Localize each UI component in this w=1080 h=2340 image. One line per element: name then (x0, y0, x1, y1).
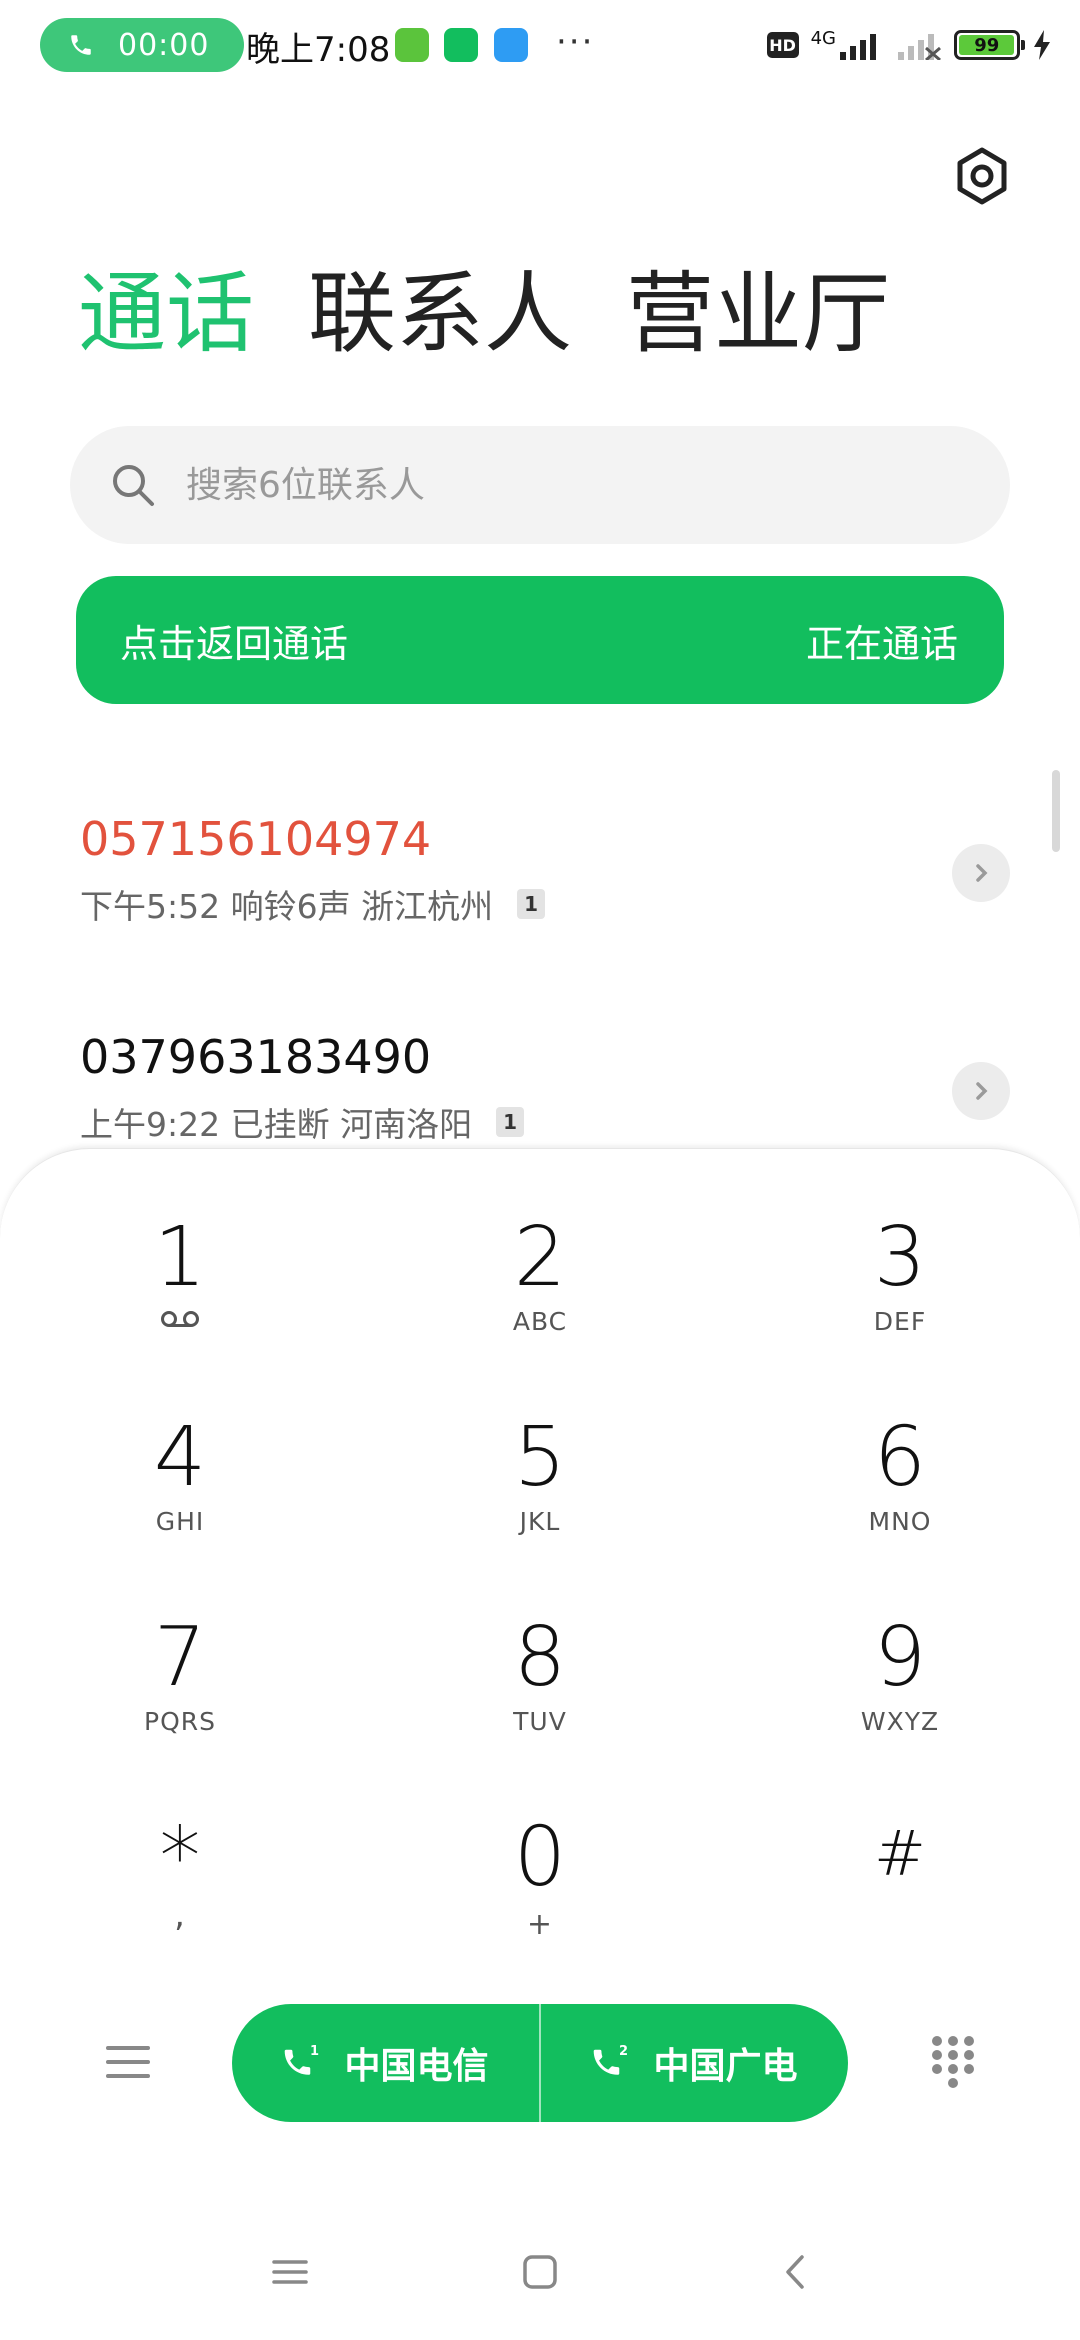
back-icon (786, 2255, 804, 2289)
nav-back-button[interactable] (776, 2252, 816, 2292)
dial-key-7[interactable]: 7 PQRS (60, 1617, 300, 1787)
dial-key-8[interactable]: 8 TUV (420, 1617, 660, 1787)
dial-key-2[interactable]: 2 ABC (420, 1217, 660, 1387)
call-log-item[interactable]: 057156104974 下午5:52 响铃6声 浙江杭州 1 (80, 812, 1010, 962)
recents-icon (272, 2260, 308, 2284)
settings-icon (957, 147, 1007, 205)
dial-letters: + (526, 1907, 554, 1942)
dial-digit: 7 (153, 1610, 207, 1705)
dial-digit: 1 (153, 1210, 207, 1305)
call-detail-button[interactable] (952, 844, 1010, 902)
chevron-right-icon (976, 864, 988, 882)
nav-home-button[interactable] (520, 2252, 560, 2292)
clock: 晚上7:08 (246, 30, 391, 70)
search-input[interactable] (184, 463, 944, 507)
voicemail-icon (161, 1311, 199, 1327)
return-to-call-banner[interactable]: 点击返回通话 正在通话 (76, 576, 1004, 704)
chevron-right-icon (976, 1082, 988, 1100)
call-number: 057156104974 (80, 812, 432, 866)
sim1-carrier-label: 中国电信 (344, 2046, 489, 2087)
in-call-status: 正在通话 (805, 621, 958, 666)
dial-letters: ABC (512, 1307, 568, 1336)
phone-sim2-icon: 2 (594, 2044, 629, 2075)
phone-icon (71, 35, 91, 55)
dial-digit: * (159, 1810, 201, 1905)
dial-letters: GHI (155, 1507, 205, 1536)
dial-letters: DEF (873, 1307, 927, 1336)
dial-digit: 9 (873, 1610, 927, 1705)
dial-letters: WXYZ (860, 1707, 940, 1736)
battery-icon: 99 (954, 30, 1025, 60)
call-details: 上午9:22 已挂断 河南洛阳 1 (80, 1098, 1010, 1146)
dial-letters: PQRS (144, 1707, 216, 1736)
signal-strength-sim2-icon (898, 34, 941, 60)
call-sim2-button[interactable]: 2 中国广电 (539, 2004, 848, 2122)
sim-number: 1 (310, 2044, 319, 2059)
call-number: 037963183490 (80, 1030, 432, 1084)
sim2-carrier-label: 中国广电 (653, 2046, 798, 2087)
dial-digit: 6 (873, 1410, 927, 1505)
dial-letters: MNO (868, 1507, 932, 1536)
settings-button[interactable] (952, 146, 1012, 206)
dial-digit: # (874, 1817, 926, 1890)
dial-key-4[interactable]: 4 GHI (60, 1417, 300, 1587)
tab-calls[interactable]: 通话 (78, 270, 254, 358)
scrollbar[interactable] (1052, 770, 1060, 852)
wechat-app-icon (395, 28, 429, 62)
sim-number: 2 (619, 2044, 628, 2059)
search-bar[interactable] (70, 426, 1010, 544)
dial-key-3[interactable]: 3 DEF (780, 1217, 1020, 1387)
charging-icon (1034, 30, 1050, 60)
dial-digit: 0 (513, 1810, 567, 1905)
call-meta-text: 下午5:52 响铃6声 浙江杭州 (80, 887, 494, 926)
network-type: 4G (810, 27, 836, 49)
more-notifications-icon: ··· (556, 22, 595, 62)
main-tabs: 通话 联系人 营业厅 (78, 270, 890, 358)
call-meta-text: 上午9:22 已挂断 河南洛阳 (80, 1105, 473, 1144)
call-timer: 00:00 (118, 27, 210, 63)
dial-digit: 8 (513, 1610, 567, 1705)
notes-app-icon (494, 28, 528, 62)
ongoing-call-pill[interactable]: 00:00 (40, 18, 244, 72)
menu-button[interactable] (106, 2040, 150, 2084)
hd-voice-icon: HD (766, 32, 799, 58)
signal-strength-icon (840, 34, 876, 60)
return-to-call-label: 点击返回通话 (120, 621, 349, 666)
dial-letters: JKL (519, 1507, 561, 1536)
dialpad-icon (932, 2036, 974, 2088)
dial-key-star[interactable]: * , (60, 1817, 300, 1987)
call-details: 下午5:52 响铃6声 浙江杭州 1 (80, 880, 1010, 928)
keypad-toggle-button[interactable] (930, 2034, 976, 2090)
sim-call-buttons: 1 中国电信 2 中国广电 (232, 2004, 848, 2122)
dial-key-0[interactable]: 0 + (420, 1817, 660, 1987)
dialpad-panel: 1 2 ABC 3 DEF 4 GHI 5 JKL 6 MNO 7 PQRS 8… (0, 1148, 1080, 2340)
dial-key-5[interactable]: 5 JKL (420, 1417, 660, 1587)
nav-recents-button[interactable] (270, 2252, 310, 2292)
battery-level: 99 (959, 35, 1015, 56)
dial-letters: TUV (513, 1707, 567, 1736)
dial-digit: 5 (513, 1410, 567, 1505)
status-bar: 00:00 晚上7:08 ··· HD 4G 99 (0, 0, 1080, 90)
tab-contacts[interactable]: 联系人 (308, 270, 572, 358)
dial-key-6[interactable]: 6 MNO (780, 1417, 1020, 1587)
dial-digit: 4 (153, 1410, 207, 1505)
dial-digit: 3 (873, 1210, 927, 1305)
tab-service-hall[interactable]: 营业厅 (626, 270, 890, 358)
dial-digit: 2 (513, 1210, 567, 1305)
phone-sim1-icon: 1 (285, 2044, 320, 2075)
menu-icon (106, 2046, 150, 2078)
home-icon (523, 2255, 557, 2289)
dial-key-1[interactable]: 1 (60, 1217, 300, 1387)
dial-key-9[interactable]: 9 WXYZ (780, 1617, 1020, 1787)
dial-key-hash[interactable]: # (780, 1817, 1020, 1987)
call-sim1-button[interactable]: 1 中国电信 (232, 2004, 539, 2122)
sim-badge: 1 (496, 1107, 525, 1137)
sim-badge: 1 (517, 889, 546, 919)
call-detail-button[interactable] (952, 1062, 1010, 1120)
dial-letters: , (174, 1895, 186, 1935)
search-icon (113, 465, 154, 506)
phone-app-icon (444, 28, 478, 62)
